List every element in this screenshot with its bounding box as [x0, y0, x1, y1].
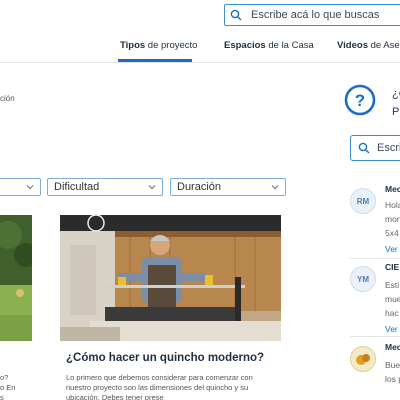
- project-card-image[interactable]: [60, 215, 281, 341]
- breadcrumb: ción: [0, 94, 15, 103]
- nav-item-bold: Tipos: [120, 40, 146, 51]
- avatar: [350, 346, 376, 372]
- desc-line: s: [0, 393, 4, 400]
- nav-espacios-de-la-casa[interactable]: Espacios de la Casa: [224, 40, 314, 51]
- search-input[interactable]: Escribe acá lo que buscas: [224, 4, 400, 26]
- help-title: ¿C: [392, 88, 400, 100]
- garden-photo: [0, 215, 32, 341]
- comment-text: mue: [385, 294, 400, 304]
- comment-text: 5x4: [385, 228, 399, 238]
- help-subtitle: P: [392, 106, 400, 118]
- comment-text: Esti: [385, 280, 400, 290]
- comment-text: hac: [385, 308, 399, 318]
- main-nav: Tipos de proyecto Espacios de la Casa Vi…: [0, 40, 400, 62]
- nav-item-rest: de Ases: [370, 40, 400, 51]
- comment-author[interactable]: CIE: [385, 262, 399, 272]
- nav-item-rest: de la Casa: [265, 40, 314, 51]
- help-icon: ?: [344, 84, 376, 116]
- nav-videos-de-asesoria[interactable]: Videos de Ases: [337, 40, 400, 51]
- comment-text: Hola: [385, 200, 400, 210]
- quincho-photo: [60, 215, 281, 341]
- svg-text:?: ?: [355, 91, 365, 110]
- desc-line: o?: [0, 373, 9, 382]
- chevron-down-icon: [271, 185, 279, 190]
- filter-label: Dificultad: [54, 181, 100, 193]
- avatar: YM: [350, 266, 376, 292]
- sidebar-search-text: Escrib: [377, 142, 400, 154]
- filter-dropdown-duracion[interactable]: Duración: [170, 178, 286, 196]
- project-card-title[interactable]: ¿Cómo hacer un quincho moderno?: [66, 352, 264, 364]
- project-card-description: Lo primero que debemos considerar para c…: [66, 373, 253, 400]
- nav-tipos-de-proyecto[interactable]: Tipos de proyecto: [120, 40, 197, 51]
- nav-item-rest: de proyecto: [145, 40, 198, 51]
- comment-see-more-link[interactable]: Ver: [385, 324, 398, 334]
- filter-dropdown-category[interactable]: [0, 178, 41, 196]
- search-icon: [358, 142, 370, 154]
- comment-text: mon: [385, 214, 400, 224]
- divider: [350, 336, 400, 337]
- project-card-image[interactable]: [0, 215, 32, 341]
- comment-see-more-link[interactable]: Ver: [385, 244, 398, 254]
- sidebar-search-input[interactable]: Escrib: [350, 135, 400, 161]
- search-placeholder: Escribe acá lo que buscas: [251, 9, 380, 21]
- avatar: RM: [350, 188, 376, 214]
- filter-dropdown-dificultad[interactable]: Dificultad: [47, 178, 163, 196]
- nav-divider: [0, 62, 400, 63]
- comment-author[interactable]: Mec: [385, 342, 400, 352]
- comment-text: Bue: [385, 360, 400, 370]
- nav-item-bold: Espacios: [224, 40, 266, 51]
- search-icon: [230, 9, 242, 21]
- user-avatar-icon: [356, 354, 370, 365]
- project-card-description: o? o En s: [0, 373, 22, 400]
- comment-text: los p: [385, 374, 400, 384]
- chevron-down-icon: [26, 185, 34, 190]
- comment-author[interactable]: Mec: [385, 184, 400, 194]
- filter-label: Duración: [177, 181, 222, 193]
- divider: [350, 258, 400, 259]
- desc-line: o En: [0, 383, 16, 392]
- chevron-down-icon: [148, 185, 156, 190]
- nav-item-bold: Videos: [337, 40, 368, 51]
